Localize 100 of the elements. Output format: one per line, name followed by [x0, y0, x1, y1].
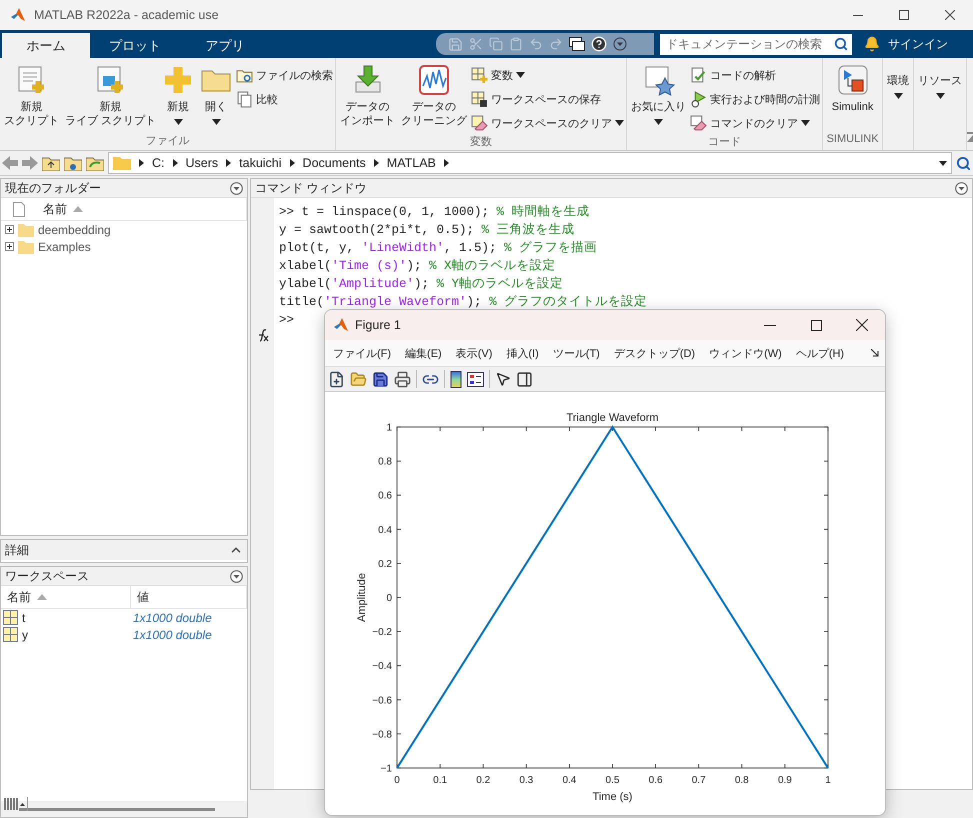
- menu-item[interactable]: 挿入(I): [506, 346, 539, 360]
- section-title: ファイル: [144, 134, 191, 149]
- minimize-icon[interactable]: [764, 324, 776, 326]
- status-bar-icon[interactable]: [4, 797, 28, 811]
- breadcrumb[interactable]: Documents: [302, 156, 366, 170]
- search-icon[interactable]: [956, 156, 971, 170]
- expand-icon[interactable]: [5, 225, 14, 234]
- window-title: MATLAB R2022a - academic use: [34, 8, 219, 22]
- ribbon-button[interactable]: 環境: [885, 64, 912, 133]
- variable-name[interactable]: t: [22, 610, 26, 624]
- windows-icon[interactable]: [569, 37, 585, 51]
- expand-icon[interactable]: [5, 242, 14, 251]
- code-line: >> t = linspace(0, 1, 1000); % 時間軸を生成: [279, 204, 590, 221]
- folder-icon: [18, 240, 34, 254]
- new-file-icon[interactable]: [328, 370, 345, 388]
- command-prompt[interactable]: >>: [279, 311, 294, 329]
- ribbon-button[interactable]: データの インポート: [338, 64, 398, 134]
- maximize-icon[interactable]: [899, 10, 909, 20]
- chart-title: Triangle Waveform: [566, 412, 659, 424]
- breadcrumb[interactable]: C:: [152, 156, 164, 170]
- code-line: xlabel('Time (s)'); % X軸のラベルを設定: [279, 258, 556, 275]
- menu-item[interactable]: ヘルプ(H): [796, 346, 844, 360]
- ribbon-button[interactable]: コマンドのクリア: [690, 112, 810, 134]
- sign-in-link[interactable]: サインイン: [888, 36, 948, 52]
- folder-name[interactable]: Examples: [38, 240, 91, 254]
- breadcrumb[interactable]: takuichi: [239, 156, 282, 170]
- ribbon-button[interactable]: 比較: [236, 88, 278, 110]
- panel-title: 詳細: [5, 542, 29, 558]
- bell-icon[interactable]: [864, 36, 880, 52]
- tick-label: 0.7: [692, 775, 706, 786]
- menu-item[interactable]: ファイル(F): [333, 346, 392, 360]
- tick-label: 0.5: [606, 775, 620, 786]
- code-line: plot(t, y, 'LineWidth', 1.5); % グラフを描画: [279, 240, 598, 257]
- menu-item[interactable]: 編集(E): [405, 346, 442, 360]
- panel-title: 現在のフォルダー: [5, 180, 101, 196]
- colorbar-icon[interactable]: [450, 370, 462, 388]
- folder-browse-icon[interactable]: [86, 156, 104, 170]
- ribbon-button[interactable]: 開く: [198, 64, 234, 133]
- printer-icon[interactable]: [394, 370, 411, 388]
- tick-label: 0.6: [378, 490, 392, 502]
- ribbon-button[interactable]: ファイルの検索: [236, 64, 334, 86]
- search-field[interactable]: ドキュメンテーションの検索: [660, 34, 852, 54]
- column-header[interactable]: 名前: [1, 586, 131, 608]
- help-icon[interactable]: [591, 36, 607, 52]
- ribbon-button[interactable]: ワークスペースのクリア: [471, 112, 624, 134]
- ribbon-tab[interactable]: ホーム: [2, 33, 90, 58]
- ribbon-button[interactable]: データの クリーニング: [399, 64, 470, 134]
- folder-up-icon[interactable]: [42, 156, 60, 170]
- ribbon-button[interactable]: 新規 ライブ スクリプト: [63, 64, 158, 133]
- ribbon-button[interactable]: コードの解析: [690, 64, 776, 86]
- ribbon-button[interactable]: Simulink: [830, 64, 876, 133]
- ribbon-tab[interactable]: アプリ: [180, 33, 270, 58]
- panel-title: ワークスペース: [5, 568, 89, 584]
- dock-arrow-icon[interactable]: [871, 349, 879, 357]
- code-line: y = sawtooth(2*pi*t, 0.5); % 三角波を生成: [279, 222, 575, 239]
- legend-icon[interactable]: [467, 372, 484, 386]
- ribbon-button[interactable]: リソース: [916, 64, 964, 133]
- ribbon-button[interactable]: 実行および時間の計測: [690, 88, 820, 110]
- ribbon-tab[interactable]: プロット: [90, 33, 180, 58]
- dropdown-icon[interactable]: [939, 160, 947, 166]
- ribbon-button[interactable]: 変数: [471, 64, 526, 86]
- column-header[interactable]: 名前: [37, 198, 247, 220]
- column-header[interactable]: 値: [131, 586, 247, 608]
- window-title: Figure 1: [355, 318, 401, 332]
- breadcrumb[interactable]: MATLAB: [386, 156, 436, 170]
- ribbon-button[interactable]: 新規 スクリプト: [2, 64, 61, 133]
- tick-label: 1: [386, 422, 392, 434]
- tick-label: −0.6: [372, 695, 392, 706]
- grid-plus-icon: [471, 66, 488, 84]
- variable-name[interactable]: y: [22, 628, 28, 642]
- search-icon[interactable]: [834, 37, 848, 51]
- menu-item[interactable]: ウィンドウ(W): [709, 346, 782, 360]
- property-panel-icon[interactable]: [516, 370, 533, 388]
- tick-label: 1: [825, 775, 831, 786]
- open-folder-icon[interactable]: [350, 370, 367, 388]
- close-icon[interactable]: [945, 10, 955, 20]
- menu-item[interactable]: デスクトップ(D): [614, 346, 696, 360]
- breadcrumb-arrow-icon: [139, 159, 144, 167]
- panel-menu-icon[interactable]: [230, 182, 243, 194]
- folder-cloud-icon[interactable]: [64, 156, 82, 170]
- compare-icon: [236, 90, 254, 108]
- ribbon-button[interactable]: 新規: [160, 64, 196, 133]
- panel-menu-icon[interactable]: [955, 182, 968, 194]
- horizontal-scrollbar[interactable]: [19, 808, 215, 810]
- folder-name[interactable]: deembedding: [38, 222, 111, 236]
- pointer-icon[interactable]: [495, 371, 511, 387]
- ribbon-button[interactable]: ワークスペースの保存: [471, 88, 602, 110]
- save-icon[interactable]: [372, 370, 389, 388]
- breadcrumb[interactable]: Users: [186, 156, 218, 170]
- address-bar[interactable]: C: Users takuichi Documents MATLAB: [108, 152, 952, 174]
- close-icon[interactable]: [856, 319, 868, 331]
- minimize-icon[interactable]: [853, 14, 863, 16]
- tick-label: −0.2: [372, 627, 392, 638]
- menu-item[interactable]: ツール(T): [552, 346, 600, 360]
- ribbon-button[interactable]: お気に入り: [629, 64, 688, 134]
- menu-item[interactable]: 表示(V): [456, 346, 492, 360]
- app-logo-icon: [10, 7, 26, 23]
- file-icon: [13, 202, 25, 216]
- panel-menu-icon[interactable]: [230, 570, 243, 582]
- maximize-icon[interactable]: [810, 320, 822, 330]
